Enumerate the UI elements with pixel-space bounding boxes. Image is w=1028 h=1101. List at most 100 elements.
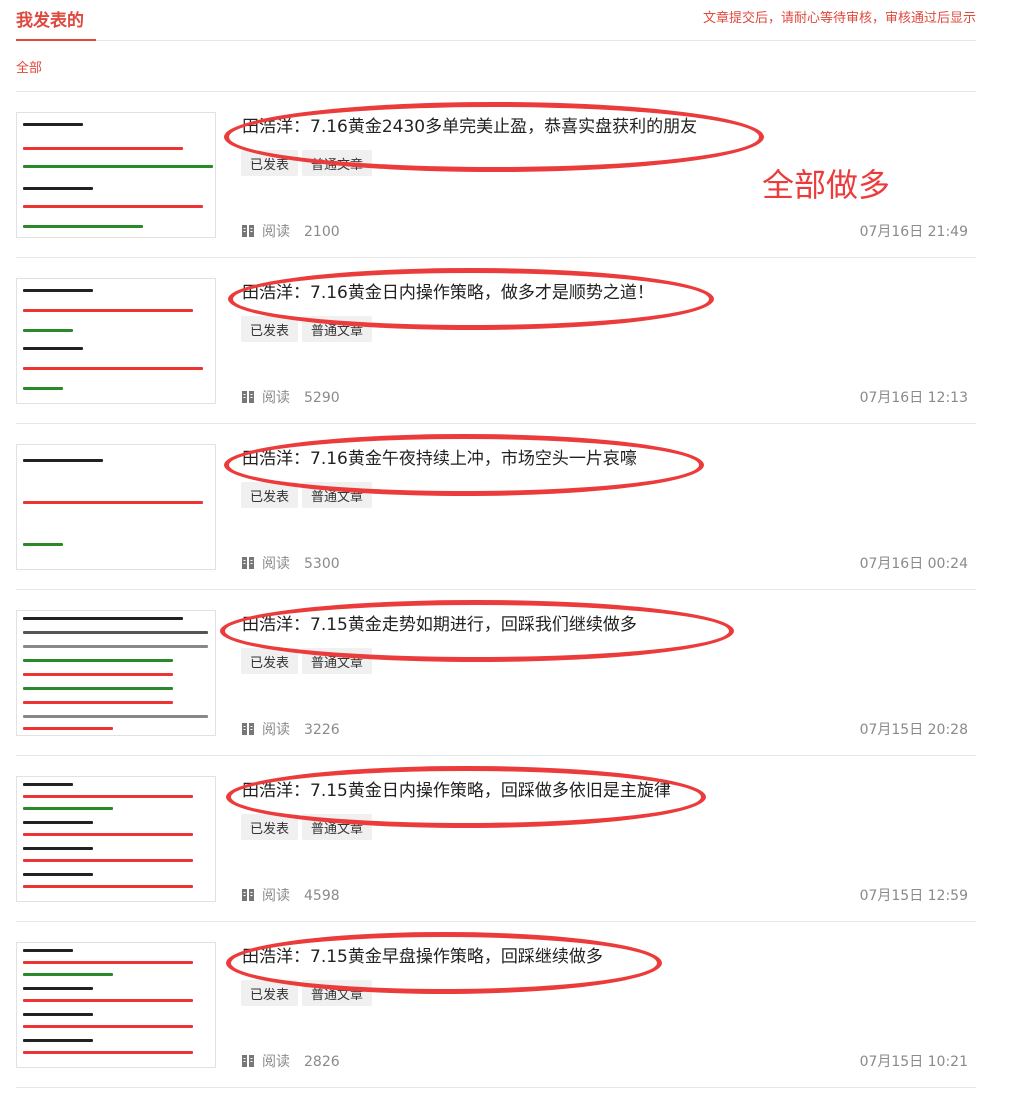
publish-date: 07月16日 00:24 [859, 556, 968, 572]
book-icon [242, 225, 254, 237]
thumbnail-text-line [23, 961, 193, 964]
article-item: 田浩洋：7.15黄金日内操作策略，回踩做多依旧是主旋律 已发表 普通文章 阅读 4598… [16, 756, 976, 922]
header: 我发表的 文章提交后，请耐心等待审核，审核通过后显示 [16, 0, 976, 41]
publish-date: 07月16日 21:49 [859, 224, 968, 240]
read-count: 2826 [304, 1054, 340, 1070]
thumbnail-text-line [23, 807, 113, 810]
book-icon [242, 889, 254, 901]
article-tags: 已发表 普通文章 [241, 150, 376, 176]
thumbnail-text-line [23, 617, 183, 620]
publish-date: 07月15日 10:21 [859, 1054, 968, 1070]
article-title[interactable]: 田浩洋：7.15黄金走势如期进行，回踩我们继续做多 [242, 610, 637, 635]
thumbnail-text-line [23, 659, 173, 662]
thumbnail-text-line [23, 225, 143, 228]
article-stats: 阅读 5290 [242, 387, 340, 407]
filter-bar: 全部 [16, 41, 976, 92]
read-count: 5300 [304, 556, 340, 572]
book-icon [242, 1055, 254, 1067]
status-badge: 已发表 [241, 648, 299, 674]
type-badge: 普通文章 [302, 482, 373, 508]
article-list: 田浩洋：7.16黄金2430多单完美止盈，恭喜实盘获利的朋友 已发表 普通文章 阅读 2… [16, 92, 976, 1088]
thumbnail-text-line [23, 701, 173, 704]
thumbnail-text-line [23, 833, 193, 836]
publish-date: 07月16日 12:13 [859, 390, 968, 406]
thumbnail-text-line [23, 543, 63, 546]
thumbnail-text-line [23, 309, 193, 312]
type-badge: 普通文章 [302, 814, 373, 840]
thumbnail-text-line [23, 715, 208, 718]
read-label: 阅读 [262, 722, 290, 738]
article-title[interactable]: 田浩洋：7.16黄金日内操作策略，做多才是顺势之道！ [242, 278, 654, 303]
status-badge: 已发表 [241, 980, 299, 1006]
read-count: 4598 [304, 888, 340, 904]
status-badge: 已发表 [241, 316, 299, 342]
article-tags: 已发表 普通文章 [241, 316, 376, 342]
publish-date: 07月15日 12:59 [859, 888, 968, 904]
read-label: 阅读 [262, 1054, 290, 1070]
thumbnail-text-line [23, 783, 73, 786]
thumbnail-text-line [23, 821, 93, 824]
status-badge: 已发表 [241, 814, 299, 840]
thumbnail-text-line [23, 289, 93, 292]
article-item: 田浩洋：7.16黄金午夜持续上冲，市场空头一片哀嚎 已发表 普通文章阅读 5300 07… [16, 424, 976, 590]
article-stats: 阅读 2826 [242, 1051, 340, 1071]
article-thumbnail[interactable] [16, 112, 216, 238]
thumbnail-text-line [23, 687, 173, 690]
book-icon [242, 723, 254, 735]
thumbnail-text-line [23, 347, 83, 350]
thumbnail-text-line [23, 795, 193, 798]
thumbnail-text-line [23, 873, 93, 876]
article-item: 田浩洋：7.15黄金早盘操作策略，回踩继续做多 已发表 普通文章阅读 2826 07月1… [16, 922, 976, 1088]
article-thumbnail[interactable] [16, 942, 216, 1068]
review-notice: 文章提交后，请耐心等待审核，审核通过后显示 [702, 11, 976, 26]
thumbnail-text-line [23, 459, 103, 462]
thumbnail-text-line [23, 187, 93, 190]
type-badge: 普通文章 [302, 150, 373, 176]
thumbnail-text-line [23, 949, 73, 952]
article-tags: 已发表 普通文章 [241, 648, 376, 674]
article-stats: 阅读 3226 [242, 719, 340, 739]
thumbnail-text-line [23, 123, 83, 126]
thumbnail-text-line [23, 501, 203, 504]
book-icon [242, 391, 254, 403]
article-title[interactable]: 田浩洋：7.15黄金早盘操作策略，回踩继续做多 [242, 942, 603, 967]
page: 我发表的 文章提交后，请耐心等待审核，审核通过后显示 全部 田浩洋：7.16黄金… [0, 0, 1028, 1101]
thumbnail-text-line [23, 987, 93, 990]
book-icon [242, 557, 254, 569]
article-tags: 已发表 普通文章 [241, 980, 376, 1006]
thumbnail-text-line [23, 847, 93, 850]
article-thumbnail[interactable] [16, 610, 216, 736]
thumbnail-text-line [23, 645, 208, 648]
thumbnail-text-line [23, 1051, 193, 1054]
thumbnail-text-line [23, 885, 193, 888]
thumbnail-text-line [23, 727, 113, 730]
article-title[interactable]: 田浩洋：7.16黄金午夜持续上冲，市场空头一片哀嚎 [242, 444, 637, 469]
article-thumbnail[interactable] [16, 776, 216, 902]
thumbnail-text-line [23, 165, 213, 168]
thumbnail-text-line [23, 367, 203, 370]
type-badge: 普通文章 [302, 316, 373, 342]
article-stats: 阅读 5300 [242, 553, 340, 573]
read-count: 2100 [304, 224, 340, 240]
thumbnail-text-line [23, 387, 63, 390]
status-badge: 已发表 [241, 150, 299, 176]
read-label: 阅读 [262, 224, 290, 240]
article-thumbnail[interactable] [16, 444, 216, 570]
thumbnail-text-line [23, 1039, 93, 1042]
article-thumbnail[interactable] [16, 278, 216, 404]
filter-all-tab[interactable]: 全部 [16, 57, 42, 76]
article-title[interactable]: 田浩洋：7.15黄金日内操作策略，回踩做多依旧是主旋律 [242, 776, 671, 801]
thumbnail-text-line [23, 673, 173, 676]
thumbnail-text-line [23, 631, 208, 634]
type-badge: 普通文章 [302, 648, 373, 674]
thumbnail-text-line [23, 1025, 193, 1028]
article-tags: 已发表 普通文章 [241, 814, 376, 840]
thumbnail-text-line [23, 147, 183, 150]
article-title[interactable]: 田浩洋：7.16黄金2430多单完美止盈，恭喜实盘获利的朋友 [242, 112, 697, 137]
page-title[interactable]: 我发表的 [16, 6, 96, 41]
read-count: 3226 [304, 722, 340, 738]
thumbnail-text-line [23, 999, 193, 1002]
thumbnail-text-line [23, 973, 113, 976]
article-item: 田浩洋：7.15黄金走势如期进行，回踩我们继续做多 已发表 普通文章 阅读 3226 07… [16, 590, 976, 756]
article-tags: 已发表 普通文章 [241, 482, 376, 508]
